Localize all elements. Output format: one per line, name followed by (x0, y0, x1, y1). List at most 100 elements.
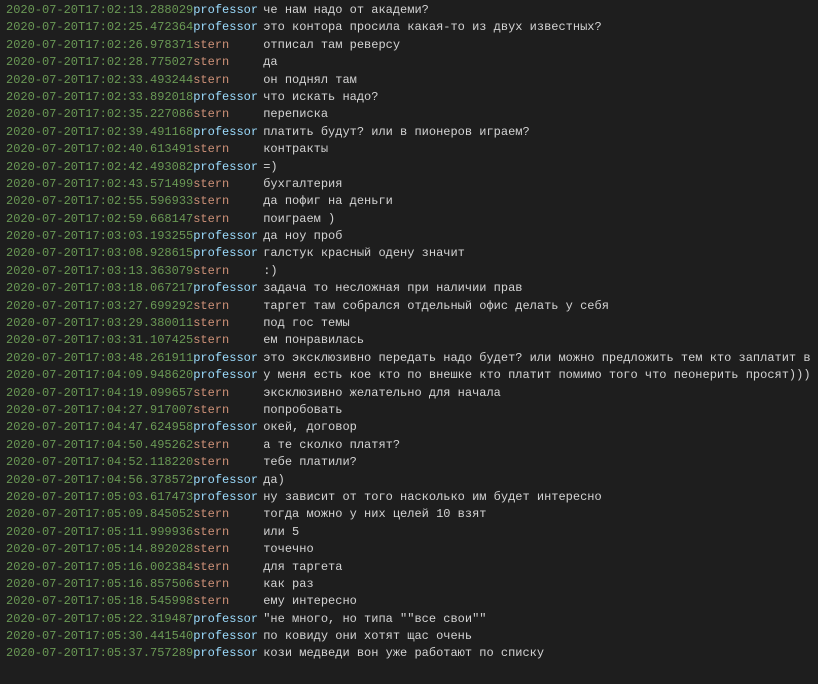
message: тогда можно у них целей 10 взят (263, 506, 812, 523)
message: поиграем ) (263, 211, 812, 228)
timestamp: 2020-07-20T17:02:43.571499 (6, 176, 193, 193)
message: под гос темы (263, 315, 812, 332)
timestamp: 2020-07-20T17:03:03.193255 (6, 228, 193, 245)
message: у меня есть кое кто по внешке кто платит… (263, 367, 812, 384)
chat-line: 2020-07-20T17:03:08.928615professor галс… (4, 245, 814, 262)
message: попробовать (263, 402, 812, 419)
username: professor (193, 628, 263, 645)
username: stern (193, 298, 263, 315)
message: кози медведи вон уже работают по списку (263, 645, 812, 662)
message: =) (263, 159, 812, 176)
message: ем понравилась (263, 332, 812, 349)
chat-line: 2020-07-20T17:02:26.978371stern отписал … (4, 37, 814, 54)
username: professor (193, 89, 263, 106)
timestamp: 2020-07-20T17:04:19.099657 (6, 385, 193, 402)
timestamp: 2020-07-20T17:05:11.999936 (6, 524, 193, 541)
chat-line: 2020-07-20T17:03:48.261911professor это … (4, 350, 814, 367)
username: professor (193, 472, 263, 489)
username: stern (193, 211, 263, 228)
chat-line: 2020-07-20T17:05:16.002384stern для тарг… (4, 559, 814, 576)
username: stern (193, 176, 263, 193)
message: платить будут? или в пионеров играем? (263, 124, 812, 141)
chat-line: 2020-07-20T17:04:19.099657stern эксклюзи… (4, 385, 814, 402)
timestamp: 2020-07-20T17:05:37.757289 (6, 645, 193, 662)
message: да ноу проб (263, 228, 812, 245)
username: stern (193, 315, 263, 332)
username: stern (193, 541, 263, 558)
username: stern (193, 193, 263, 210)
chat-line: 2020-07-20T17:02:43.571499stern бухгалте… (4, 176, 814, 193)
timestamp: 2020-07-20T17:03:27.699292 (6, 298, 193, 315)
timestamp: 2020-07-20T17:02:55.596933 (6, 193, 193, 210)
timestamp: 2020-07-20T17:03:13.363079 (6, 263, 193, 280)
chat-line: 2020-07-20T17:04:50.495262stern а те ско… (4, 437, 814, 454)
username: professor (193, 367, 263, 384)
chat-line: 2020-07-20T17:02:25.472364professor это … (4, 19, 814, 36)
chat-line: 2020-07-20T17:05:11.999936stern или 5 (4, 524, 814, 541)
timestamp: 2020-07-20T17:05:16.857506 (6, 576, 193, 593)
message: ему интересно (263, 593, 812, 610)
username: stern (193, 37, 263, 54)
chat-line: 2020-07-20T17:05:37.757289professor кози… (4, 645, 814, 662)
timestamp: 2020-07-20T17:04:52.118220 (6, 454, 193, 471)
timestamp: 2020-07-20T17:05:03.617473 (6, 489, 193, 506)
username: stern (193, 454, 263, 471)
username: stern (193, 576, 263, 593)
timestamp: 2020-07-20T17:05:14.892028 (6, 541, 193, 558)
timestamp: 2020-07-20T17:04:27.917007 (6, 402, 193, 419)
timestamp: 2020-07-20T17:05:18.545998 (6, 593, 193, 610)
message: ну зависит от того насколько им будет ин… (263, 489, 812, 506)
username: stern (193, 54, 263, 71)
timestamp: 2020-07-20T17:05:30.441540 (6, 628, 193, 645)
message: точечно (263, 541, 812, 558)
timestamp: 2020-07-20T17:02:40.613491 (6, 141, 193, 158)
timestamp: 2020-07-20T17:04:56.378572 (6, 472, 193, 489)
message: галстук красный одену значит (263, 245, 812, 262)
message: или 5 (263, 524, 812, 541)
message: а те сколко платят? (263, 437, 812, 454)
timestamp: 2020-07-20T17:03:18.067217 (6, 280, 193, 297)
username: professor (193, 489, 263, 506)
chat-line: 2020-07-20T17:02:33.892018professor что … (4, 89, 814, 106)
chat-line: 2020-07-20T17:02:42.493082professor =) (4, 159, 814, 176)
chat-line: 2020-07-20T17:04:56.378572professor да) (4, 472, 814, 489)
timestamp: 2020-07-20T17:02:59.668147 (6, 211, 193, 228)
timestamp: 2020-07-20T17:04:09.948620 (6, 367, 193, 384)
message: да) (263, 472, 812, 489)
message: :) (263, 263, 812, 280)
message: переписка (263, 106, 812, 123)
timestamp: 2020-07-20T17:02:28.775027 (6, 54, 193, 71)
username: stern (193, 141, 263, 158)
username: stern (193, 385, 263, 402)
chat-line: 2020-07-20T17:02:40.613491stern контракт… (4, 141, 814, 158)
timestamp: 2020-07-20T17:03:48.261911 (6, 350, 193, 367)
username: stern (193, 437, 263, 454)
timestamp: 2020-07-20T17:05:16.002384 (6, 559, 193, 576)
chat-line: 2020-07-20T17:04:52.118220stern тебе пла… (4, 454, 814, 471)
chat-line: 2020-07-20T17:05:30.441540professor по к… (4, 628, 814, 645)
message: задача то несложная при наличии прав (263, 280, 812, 297)
message: бухгалтерия (263, 176, 812, 193)
message: как раз (263, 576, 812, 593)
username: stern (193, 524, 263, 541)
chat-line: 2020-07-20T17:02:55.596933stern да пофиг… (4, 193, 814, 210)
chat-line: 2020-07-20T17:05:03.617473professor ну з… (4, 489, 814, 506)
chat-line: 2020-07-20T17:02:39.491168professor плат… (4, 124, 814, 141)
timestamp: 2020-07-20T17:03:08.928615 (6, 245, 193, 262)
username: professor (193, 611, 263, 628)
username: professor (193, 280, 263, 297)
timestamp: 2020-07-20T17:04:50.495262 (6, 437, 193, 454)
chat-line: 2020-07-20T17:03:29.380011stern под гос … (4, 315, 814, 332)
chat-line: 2020-07-20T17:05:14.892028stern точечно (4, 541, 814, 558)
username: professor (193, 245, 263, 262)
chat-line: 2020-07-20T17:02:33.493244stern он подня… (4, 72, 814, 89)
chat-line: 2020-07-20T17:03:27.699292stern таргет т… (4, 298, 814, 315)
chat-line: 2020-07-20T17:03:31.107425stern ем понра… (4, 332, 814, 349)
chat-line: 2020-07-20T17:05:22.319487professor "не … (4, 611, 814, 628)
username: stern (193, 593, 263, 610)
timestamp: 2020-07-20T17:02:35.227086 (6, 106, 193, 123)
chat-line: 2020-07-20T17:02:13.288029professor че н… (4, 2, 814, 19)
username: professor (193, 2, 263, 19)
timestamp: 2020-07-20T17:04:47.624958 (6, 419, 193, 436)
message: окей, договор (263, 419, 812, 436)
